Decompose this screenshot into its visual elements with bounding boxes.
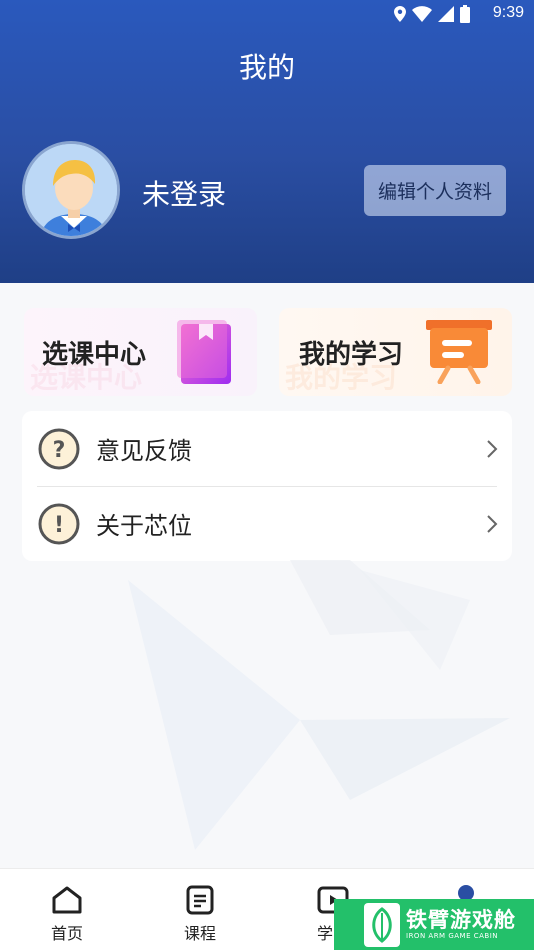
- page-title: 我的: [238, 51, 295, 84]
- tab-home[interactable]: 首页: [37, 885, 97, 944]
- status-bar: 9:39: [0, 0, 534, 28]
- board-icon: [426, 320, 492, 384]
- feedback-menu-item[interactable]: ? 意见反馈: [22, 411, 512, 486]
- wifi-icon: [412, 6, 432, 22]
- question-icon: ?: [38, 428, 80, 469]
- status-icons: [394, 5, 470, 23]
- brand-text: 铁臂游戏舱 IRON ARM GAME CABIN: [406, 908, 516, 941]
- location-icon: [394, 6, 406, 22]
- username[interactable]: 未登录: [142, 173, 226, 213]
- book-icon: [177, 320, 231, 384]
- my-study-label: 我的学习: [299, 340, 404, 370]
- feedback-label: 意见反馈: [96, 437, 192, 465]
- tab-course[interactable]: 课程: [170, 885, 230, 944]
- brand-name-en: IRON ARM GAME CABIN: [406, 932, 498, 940]
- course-center-label: 选课中心: [42, 340, 147, 370]
- document-icon: [186, 885, 214, 915]
- chevron-right-icon: [487, 439, 498, 458]
- background-logo-watermark: [128, 560, 510, 850]
- home-icon: [52, 886, 82, 914]
- signal-icon: [438, 6, 454, 22]
- leaf-logo-icon: [364, 902, 400, 947]
- user-avatar-icon: [25, 144, 117, 236]
- status-time: 9:39: [492, 4, 524, 21]
- svg-text:?: ?: [53, 438, 66, 463]
- edit-profile-button[interactable]: 编辑个人资料: [364, 165, 506, 216]
- tab-course-label: 课程: [183, 924, 216, 943]
- brand-watermark-badge: 铁臂游戏舱 IRON ARM GAME CABIN: [334, 899, 534, 950]
- brand-name-cn: 铁臂游戏舱: [406, 908, 516, 932]
- about-label: 关于芯位: [96, 512, 192, 540]
- exclamation-icon: !: [38, 503, 80, 544]
- avatar[interactable]: [22, 141, 120, 239]
- my-study-card[interactable]: 我的学习 我的学习: [279, 308, 512, 396]
- settings-menu: ? 意见反馈 ! 关于芯位: [22, 411, 512, 561]
- about-menu-item[interactable]: ! 关于芯位: [22, 486, 512, 561]
- tab-home-label: 首页: [50, 924, 83, 943]
- svg-text:!: !: [54, 513, 64, 538]
- course-center-card[interactable]: 选课中心 选课中心: [24, 308, 257, 396]
- profile-header: 9:39 我的 未登录 编辑个人资料: [0, 0, 534, 283]
- battery-icon: [460, 5, 470, 23]
- chevron-right-icon: [487, 514, 498, 533]
